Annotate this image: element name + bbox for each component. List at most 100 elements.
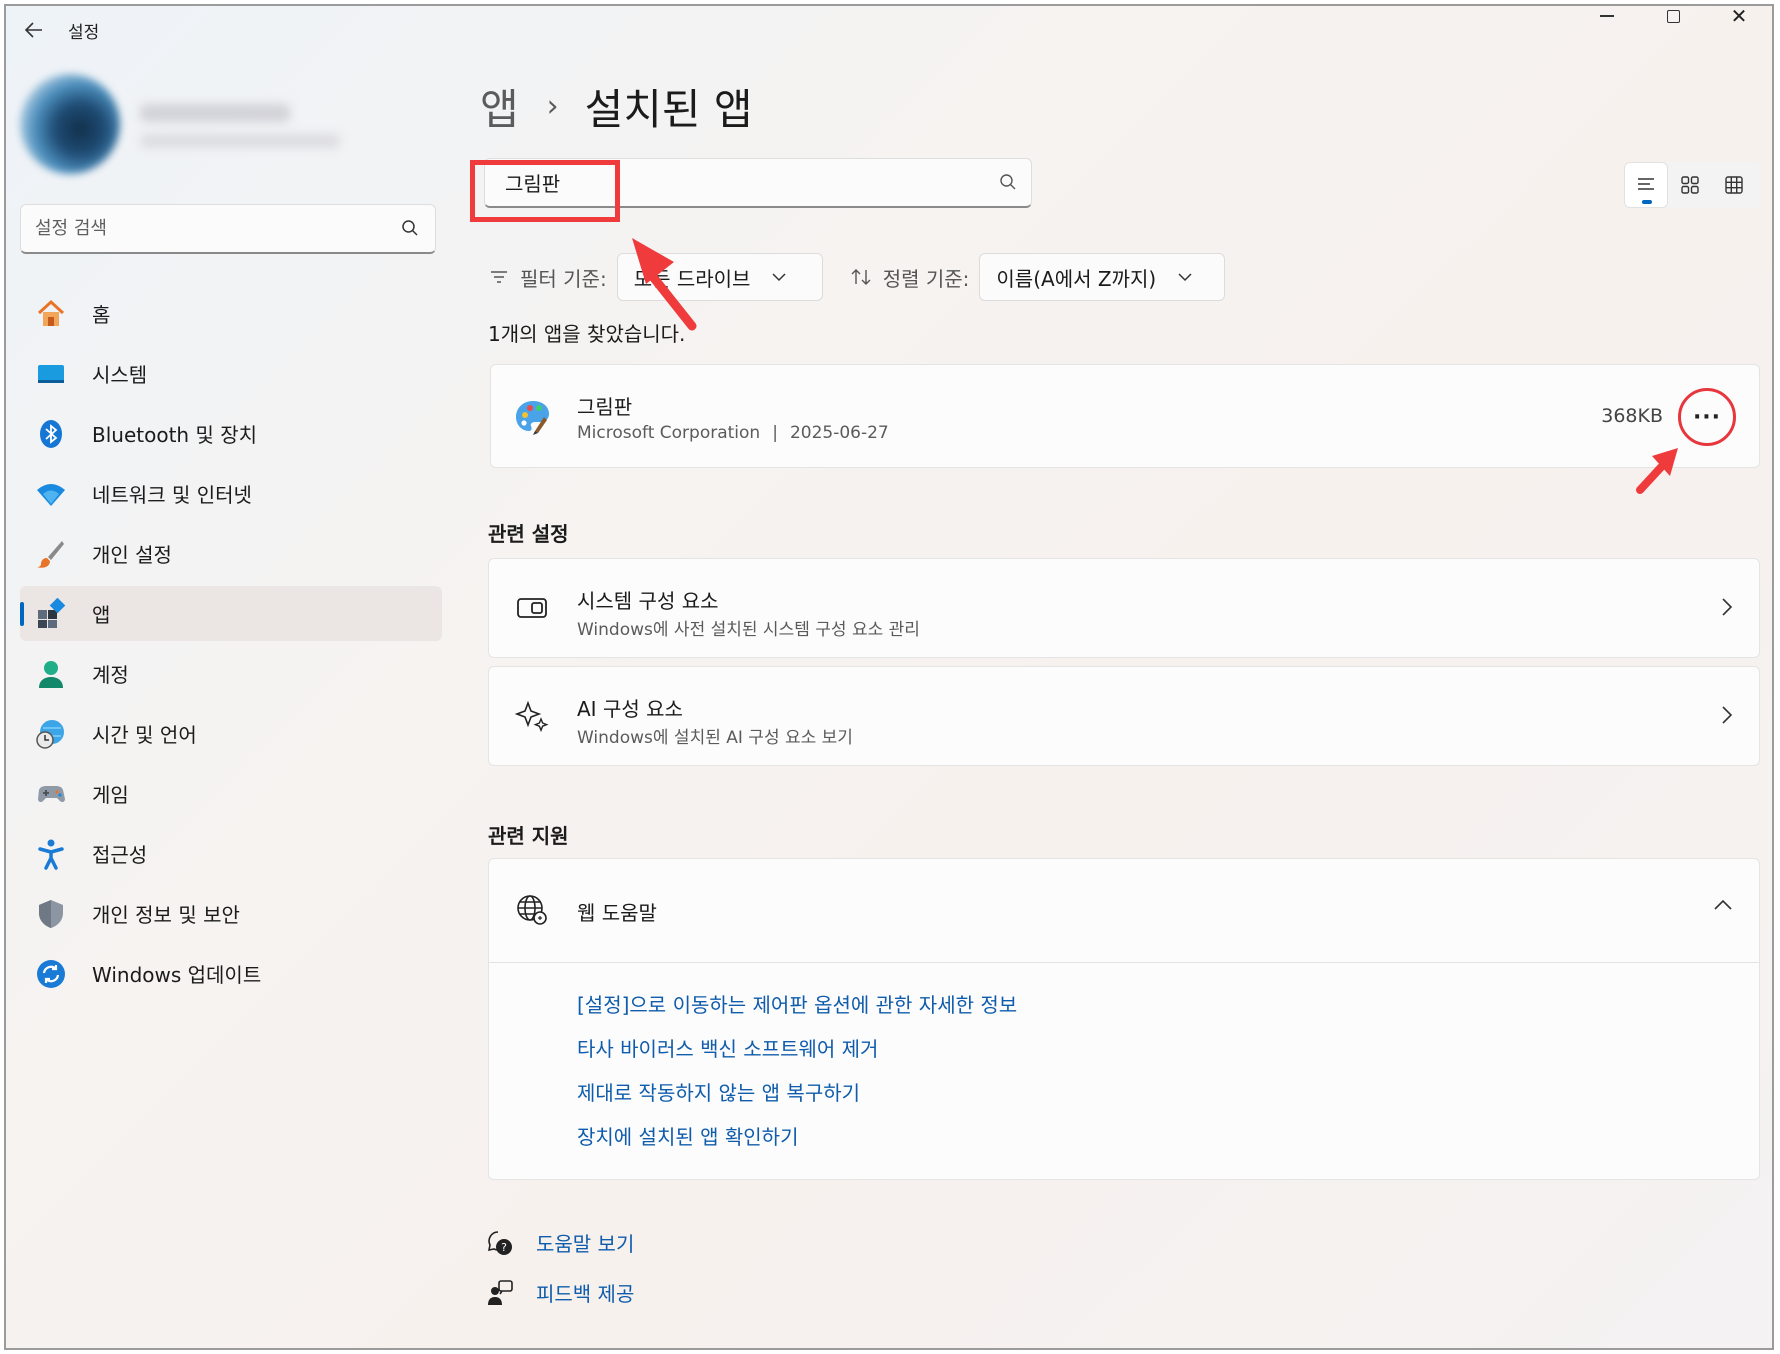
sidebar-item-label: 앱	[92, 603, 111, 627]
sidebar-item-system[interactable]: 시스템	[20, 346, 442, 401]
app-publisher: Microsoft Corporation	[577, 423, 761, 443]
search-icon	[1000, 174, 1016, 190]
back-button[interactable]	[16, 12, 52, 48]
sort-label-text: 정렬 기준:	[882, 266, 970, 291]
chevron-down-icon	[1178, 273, 1192, 282]
app-size: 368KB	[1601, 405, 1663, 427]
search-icon	[402, 220, 418, 236]
sidebar-item-label: Windows 업데이트	[92, 963, 262, 987]
sidebar-item-apps[interactable]: 앱	[20, 586, 442, 641]
web-help-header[interactable]: 웹 도움말	[489, 859, 1759, 963]
support-links: [설정]으로 이동하는 제어판 옵션에 관한 자세한 정보 타사 바이러스 백신…	[577, 989, 1017, 1165]
time-language-icon	[34, 717, 68, 751]
title-bar: 설정 ✕	[6, 6, 1772, 54]
sidebar-item-personalization[interactable]: 개인 설정	[20, 526, 442, 581]
support-link[interactable]: 타사 바이러스 백신 소프트웨어 제거	[577, 1033, 1017, 1077]
help-icon: ?	[487, 1230, 512, 1255]
filter-dropdown-value: 모든 드라이브	[633, 266, 751, 291]
sidebar-item-label: 계정	[92, 663, 129, 687]
paint-palette-icon	[516, 401, 549, 435]
sidebar-item-time-language[interactable]: 시간 및 언어	[20, 706, 442, 761]
sidebar-item-accessibility[interactable]: 접근성	[20, 826, 442, 881]
view-toggle	[1624, 162, 1760, 208]
minimize-button[interactable]	[1574, 6, 1640, 36]
sidebar-item-accounts[interactable]: 계정	[20, 646, 442, 701]
settings-search-box	[20, 204, 436, 254]
get-help-label: 도움말 보기	[536, 1232, 635, 1256]
breadcrumb-parent[interactable]: 앱	[480, 76, 519, 137]
sparkle-icon	[515, 700, 549, 733]
profile-email-blurred	[140, 134, 340, 148]
close-button[interactable]: ✕	[1706, 6, 1772, 36]
give-feedback-link[interactable]: 피드백 제공	[486, 1278, 634, 1307]
support-link[interactable]: [설정]으로 이동하는 제어판 옵션에 관한 자세한 정보	[577, 989, 1017, 1033]
feedback-icon	[488, 1279, 513, 1305]
web-help-title: 웹 도움말	[577, 901, 657, 925]
sort-dropdown[interactable]: 이름(A에서 Z까지)	[979, 253, 1226, 301]
system-icon	[34, 357, 68, 391]
filter-icon	[491, 271, 507, 283]
chevron-right-icon	[1722, 706, 1733, 724]
sidebar-item-label: Bluetooth 및 장치	[92, 423, 258, 447]
filter-row: 필터 기준: 모든 드라이브 정렬 기준: 이름(A에서 Z까지)	[490, 252, 1226, 302]
related-support-title: 관련 지원	[488, 824, 569, 848]
home-icon	[34, 297, 68, 331]
sort-icon	[851, 269, 871, 285]
settings-window: 설정 ✕ 홈 시스템 Bluetoot	[4, 4, 1774, 1350]
filter-label-text: 필터 기준:	[520, 266, 607, 291]
sidebar-item-gaming[interactable]: 게임	[20, 766, 442, 821]
gamepad-icon	[34, 777, 68, 811]
app-name: 그림판	[577, 395, 633, 419]
setting-description: Windows에 사전 설치된 시스템 구성 요소 관리	[577, 620, 920, 640]
maximize-icon	[1666, 9, 1680, 23]
sidebar-item-network[interactable]: 네트워크 및 인터넷	[20, 466, 442, 521]
give-feedback-label: 피드백 제공	[536, 1282, 635, 1306]
system-components-icon	[517, 598, 547, 618]
system-components-card[interactable]: 시스템 구성 요소 Windows에 사전 설치된 시스템 구성 요소 관리	[488, 558, 1760, 658]
sidebar-nav: 홈 시스템 Bluetooth 및 장치 네트워크 및 인터넷 개인 설정 앱 …	[20, 286, 442, 1006]
setting-description: Windows에 설치된 AI 구성 요소 보기	[577, 728, 853, 748]
support-link[interactable]: 장치에 설치된 앱 확인하기	[577, 1121, 1017, 1165]
page-title: 설치된 앱	[584, 84, 753, 134]
sort-label: 정렬 기준:	[851, 263, 970, 292]
maximize-button[interactable]	[1640, 6, 1706, 36]
result-count: 1개의 앱을 찾았습니다.	[488, 322, 686, 346]
svg-text:?: ?	[501, 1241, 507, 1254]
app-title: 설정	[68, 23, 100, 43]
avatar	[20, 74, 120, 174]
filter-dropdown[interactable]: 모든 드라이브	[616, 253, 823, 301]
update-icon	[34, 957, 68, 991]
tile-view-button[interactable]	[1668, 162, 1712, 208]
user-profile[interactable]	[16, 74, 340, 184]
sidebar-item-label: 시간 및 언어	[92, 723, 197, 747]
sidebar-item-label: 접근성	[92, 843, 148, 867]
web-help-card: 웹 도움말 [설정]으로 이동하는 제어판 옵션에 관한 자세한 정보 타사 바…	[488, 858, 1760, 1180]
sidebar-item-label: 시스템	[92, 363, 148, 387]
list-view-button[interactable]	[1624, 162, 1668, 208]
sidebar-item-label: 개인 정보 및 보안	[92, 903, 240, 927]
ai-components-card[interactable]: AI 구성 요소 Windows에 설치된 AI 구성 요소 보기	[488, 666, 1760, 766]
app-meta: Microsoft Corporation | 2025-06-27	[577, 423, 889, 443]
settings-search-input[interactable]	[35, 205, 395, 251]
search-highlight-annotation	[470, 160, 620, 222]
sidebar-item-label: 개인 설정	[92, 543, 172, 567]
chevron-down-icon	[772, 273, 786, 282]
grid-view-button[interactable]	[1712, 162, 1756, 208]
get-help-link[interactable]: ? 도움말 보기	[486, 1228, 634, 1257]
sidebar-item-windows-update[interactable]: Windows 업데이트	[20, 946, 442, 1001]
profile-name-blurred	[140, 104, 290, 122]
app-list-item: 그림판 Microsoft Corporation | 2025-06-27 3…	[490, 364, 1760, 468]
sort-dropdown-value: 이름(A에서 Z까지)	[996, 266, 1157, 291]
breadcrumb-separator: ›	[546, 88, 559, 124]
accessibility-icon	[34, 837, 68, 871]
sidebar-item-label: 게임	[92, 783, 129, 807]
sidebar-item-privacy[interactable]: 개인 정보 및 보안	[20, 886, 442, 941]
account-icon	[34, 657, 68, 691]
support-link[interactable]: 제대로 작동하지 않는 앱 복구하기	[577, 1077, 1017, 1121]
chevron-up-icon[interactable]	[1713, 899, 1733, 911]
sidebar-item-bluetooth[interactable]: Bluetooth 및 장치	[20, 406, 442, 461]
sidebar-item-home[interactable]: 홈	[20, 286, 442, 341]
sidebar-item-label: 홈	[92, 303, 111, 327]
filter-label: 필터 기준:	[490, 263, 607, 292]
sidebar-item-label: 네트워크 및 인터넷	[92, 483, 252, 507]
